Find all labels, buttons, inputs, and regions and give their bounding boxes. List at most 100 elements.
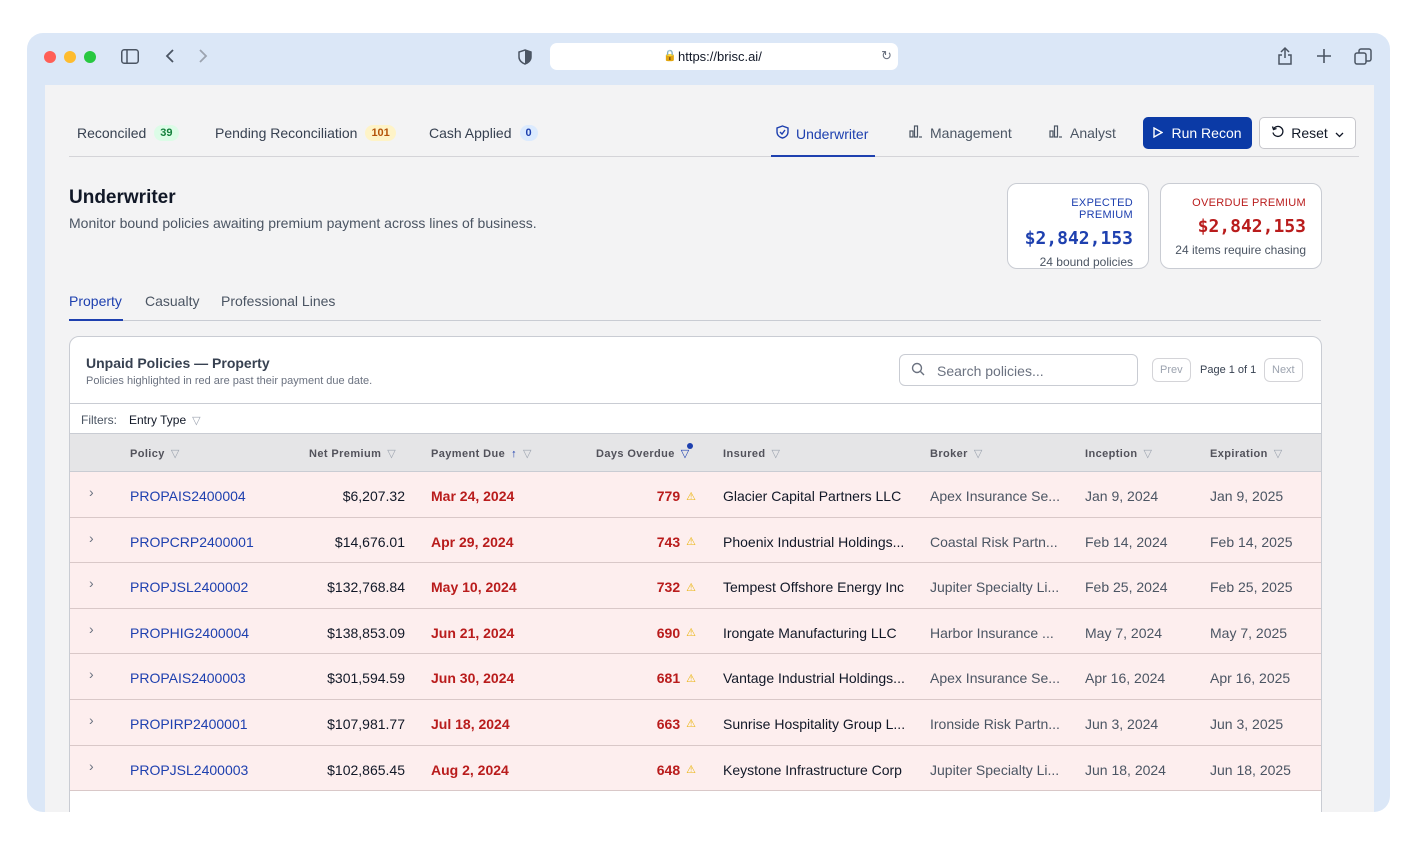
reload-icon[interactable]: ↻ (881, 48, 892, 64)
column-header-inception[interactable]: Inception ▽ (1085, 447, 1153, 461)
tab-overview-icon[interactable] (1354, 48, 1372, 70)
days-overdue-cell: 648 ⚠ (657, 762, 696, 778)
tab-casualty[interactable]: Casualty (145, 293, 199, 309)
new-tab-icon[interactable] (1316, 48, 1332, 68)
view-tab-analyst[interactable]: Analyst (1049, 125, 1116, 141)
tab-reconciled[interactable]: Reconciled 39 (77, 125, 179, 141)
expiration-cell: May 7, 2025 (1210, 624, 1288, 641)
filter-entry-type[interactable]: Entry Type ▽ (129, 413, 201, 427)
table-row[interactable]: › PROPAIS2400004 $6,207.32 Mar 24, 2024 … (70, 472, 1321, 518)
shield-check-icon (776, 125, 789, 142)
expiration-cell: Jun 3, 2025 (1210, 715, 1284, 732)
insured-cell: Keystone Infrastructure Corp (723, 761, 902, 778)
filter-funnel-icon[interactable]: ▽ (1144, 447, 1153, 460)
net-premium-cell: $14,676.01 (334, 533, 405, 550)
stat-value: $2,842,153 (1197, 216, 1306, 237)
policy-link[interactable]: PROPJSL2400002 (130, 579, 248, 595)
inception-cell: Feb 25, 2024 (1085, 579, 1168, 596)
filter-funnel-icon[interactable]: ▽ (523, 447, 532, 460)
warning-icon: ⚠ (686, 536, 696, 549)
table-row[interactable]: › PROPIRP2400001 $107,981.77 Jul 18, 202… (70, 699, 1321, 746)
next-page-button[interactable]: Next (1264, 358, 1303, 382)
expand-chevron-icon[interactable]: › (89, 575, 94, 591)
column-label: Inception (1085, 447, 1138, 460)
filter-funnel-icon[interactable]: ▽ (772, 447, 781, 460)
filter-funnel-icon[interactable]: ▽ (1274, 447, 1283, 460)
reset-button[interactable]: Reset (1259, 117, 1356, 149)
days-overdue-value: 743 (656, 533, 681, 550)
insured-cell: Vantage Industrial Holdings... (723, 670, 905, 687)
table-row[interactable]: › PROPJSL2400003 $102,865.45 Aug 2, 2024… (70, 745, 1321, 792)
insured-cell: Phoenix Industrial Holdings... (723, 533, 905, 550)
days-overdue-value: 648 (656, 761, 681, 778)
view-tab-management[interactable]: Management (909, 125, 1012, 141)
column-label: Broker (930, 447, 968, 460)
policy-link[interactable]: PROPAIS2400004 (130, 488, 246, 504)
search-icon (911, 362, 925, 379)
expand-chevron-icon[interactable]: › (89, 530, 94, 546)
privacy-shield-icon[interactable] (518, 49, 532, 69)
column-header-policy[interactable]: Policy ▽ (130, 447, 180, 461)
broker-cell: Ironside Risk Partn... (930, 715, 1060, 732)
days-overdue-cell: 743 ⚠ (657, 534, 696, 550)
expand-chevron-icon[interactable]: › (89, 484, 94, 500)
broker-cell: Apex Insurance Se... (930, 488, 1060, 504)
filter-funnel-icon[interactable]: ▽ (171, 447, 180, 460)
sort-ascending-icon: ↑ (511, 447, 517, 460)
expand-chevron-icon[interactable]: › (89, 666, 94, 682)
filter-chip-label: Entry Type (129, 413, 187, 427)
warning-icon: ⚠ (686, 764, 696, 777)
insured-cell: Tempest Offshore Energy Inc (723, 579, 905, 596)
tab-cash-applied[interactable]: Cash Applied 0 (429, 125, 538, 141)
column-header-days-overdue[interactable]: Days Overdue ▽ (596, 443, 693, 460)
close-window-button[interactable] (44, 51, 56, 63)
back-arrow-icon[interactable] (165, 48, 175, 68)
minimize-window-button[interactable] (64, 51, 76, 63)
days-overdue-value: 681 (656, 670, 681, 687)
prev-page-button[interactable]: Prev (1152, 358, 1191, 382)
policy-link[interactable]: PROPJSL2400003 (130, 762, 248, 778)
tab-pending-reconciliation[interactable]: Pending Reconciliation 101 (215, 125, 396, 141)
bar-chart-icon (909, 125, 923, 141)
policy-link[interactable]: PROPAIS2400003 (130, 670, 246, 686)
active-filter-funnel-icon[interactable]: ▽ (681, 443, 693, 460)
view-tab-underwriter[interactable]: Underwriter (776, 125, 868, 142)
policy-link[interactable]: PROPCRP2400001 (130, 534, 254, 550)
column-header-net-premium[interactable]: Net Premium ▽ (309, 447, 396, 461)
expand-chevron-icon[interactable]: › (89, 712, 94, 728)
table-row[interactable]: › PROPCRP2400001 $14,676.01 Apr 29, 2024… (70, 517, 1321, 564)
table-row[interactable]: › PROPJSL2400002 $132,768.84 May 10, 202… (70, 563, 1321, 609)
forward-arrow-icon[interactable] (198, 48, 208, 68)
warning-icon: ⚠ (686, 718, 696, 731)
search-input[interactable] (937, 361, 1127, 381)
broker-cell: Apex Insurance Se... (930, 670, 1060, 687)
table-row[interactable]: › PROPHIG2400004 $138,853.09 Jun 21, 202… (70, 608, 1321, 655)
zoom-window-button[interactable] (84, 51, 96, 63)
column-header-broker[interactable]: Broker ▽ (930, 447, 983, 461)
run-recon-button[interactable]: Run Recon (1143, 117, 1252, 149)
column-header-expiration[interactable]: Expiration ▽ (1210, 447, 1283, 461)
column-header-payment-due[interactable]: Payment Due ↑ ▽ (431, 447, 532, 461)
share-icon[interactable] (1277, 46, 1293, 70)
top-navigation: Reconciled 39 Pending Reconciliation 101… (69, 85, 1359, 157)
search-box[interactable] (899, 354, 1138, 386)
expand-chevron-icon[interactable]: › (89, 758, 94, 774)
sidebar-toggle-icon[interactable] (121, 49, 139, 68)
filter-funnel-icon[interactable]: ▽ (974, 447, 983, 460)
broker-cell: Harbor Insurance ... (930, 624, 1054, 641)
days-overdue-value: 732 (656, 579, 681, 596)
payment-due-cell: Apr 29, 2024 (431, 533, 514, 550)
policy-link[interactable]: PROPHIG2400004 (130, 625, 249, 641)
table-row[interactable]: › PROPAIS2400003 $301,594.59 Jun 30, 202… (70, 654, 1321, 700)
tab-property[interactable]: Property (69, 293, 122, 309)
inception-cell: Feb 14, 2024 (1085, 533, 1168, 550)
policy-link[interactable]: PROPIRP2400001 (130, 716, 248, 732)
card-title: Unpaid Policies — Property (86, 355, 270, 371)
tab-professional-lines[interactable]: Professional Lines (221, 293, 335, 309)
column-header-insured[interactable]: Insured ▽ (723, 447, 781, 461)
browser-window: 🔒 https://brisc.ai/ ↻ Reconciled 39 Pend… (27, 33, 1390, 812)
address-bar[interactable]: 🔒 https://brisc.ai/ ↻ (550, 43, 898, 70)
column-label: Expiration (1210, 447, 1268, 460)
expand-chevron-icon[interactable]: › (89, 621, 94, 637)
filter-funnel-icon[interactable]: ▽ (387, 447, 396, 460)
